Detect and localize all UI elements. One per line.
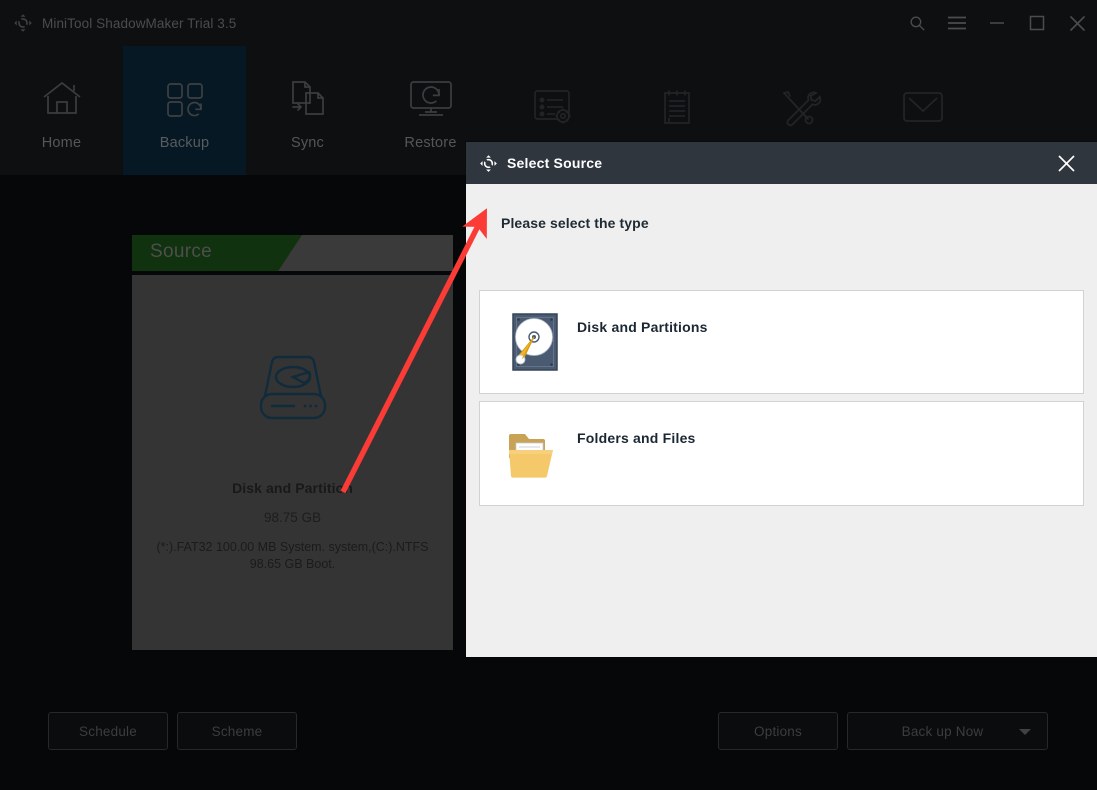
options-button-label: Options (754, 724, 802, 739)
chevron-down-icon[interactable] (1019, 729, 1031, 735)
nav-label-backup: Backup (160, 135, 210, 151)
tools-icon (770, 79, 830, 135)
source-panel-body[interactable]: Disk and Partition 98.75 GB (*:).FAT32 1… (132, 275, 453, 650)
nav-label-restore: Restore (404, 135, 456, 151)
title-bar: MiniTool ShadowMaker Trial 3.5 (0, 0, 1097, 46)
option-folders-and-files[interactable]: Folders and Files (479, 401, 1084, 506)
menu-icon[interactable] (937, 0, 977, 46)
dialog-prompt: Please select the type (501, 215, 649, 231)
nav-label-sync: Sync (291, 135, 324, 151)
option-disk-and-partitions[interactable]: Disk and Partitions (479, 290, 1084, 394)
dialog-header: Select Source (466, 142, 1097, 184)
nav-item-sync[interactable]: Sync (246, 46, 369, 175)
nav-item-backup[interactable]: Backup (123, 46, 246, 175)
shadowmaker-logo-icon (478, 153, 498, 173)
source-tab-label: Source (150, 241, 212, 263)
source-panel-info: Disk and Partition 98.75 GB (*:).FAT32 1… (132, 480, 453, 573)
source-panel: Source Dis (132, 235, 453, 650)
source-type-title: Disk and Partition (132, 480, 453, 496)
select-source-dialog: Select Source Please select the type (466, 142, 1097, 657)
mail-icon (893, 79, 953, 135)
close-icon[interactable] (1045, 142, 1087, 184)
manage-icon (524, 79, 584, 135)
source-partitions: (*:).FAT32 100.00 MB System. system,(C:)… (132, 539, 453, 573)
external-hard-drive-icon (132, 350, 453, 430)
shadowmaker-logo-icon (12, 12, 34, 34)
window-controls (897, 0, 1097, 46)
scheme-button-label: Scheme (212, 724, 263, 739)
home-icon (32, 71, 92, 127)
source-size: 98.75 GB (132, 510, 453, 525)
close-icon[interactable] (1057, 0, 1097, 46)
sync-icon (278, 71, 338, 127)
back-up-now-label: Back up Now (902, 724, 984, 739)
minimize-icon[interactable] (977, 0, 1017, 46)
schedule-button[interactable]: Schedule (48, 712, 168, 750)
option-label-folders-and-files: Folders and Files (577, 430, 696, 446)
schedule-button-label: Schedule (79, 724, 137, 739)
options-button[interactable]: Options (718, 712, 838, 750)
nav-item-home[interactable]: Home (0, 46, 123, 175)
scheme-button[interactable]: Scheme (177, 712, 297, 750)
maximize-icon[interactable] (1017, 0, 1057, 46)
application-window: MiniTool ShadowMaker Trial 3.5 (0, 0, 1097, 790)
hard-disk-icon (507, 311, 563, 373)
option-label-disk-and-partitions: Disk and Partitions (577, 319, 708, 335)
search-icon[interactable] (897, 0, 937, 46)
backup-icon (155, 71, 215, 127)
source-panel-tabs: Source (132, 235, 453, 271)
back-up-now-button[interactable]: Back up Now (847, 712, 1048, 750)
dialog-title: Select Source (507, 155, 602, 171)
restore-icon (401, 71, 461, 127)
folder-icon (507, 423, 563, 485)
nav-label-home: Home (42, 135, 81, 151)
window-title: MiniTool ShadowMaker Trial 3.5 (42, 16, 236, 31)
log-icon (647, 79, 707, 135)
